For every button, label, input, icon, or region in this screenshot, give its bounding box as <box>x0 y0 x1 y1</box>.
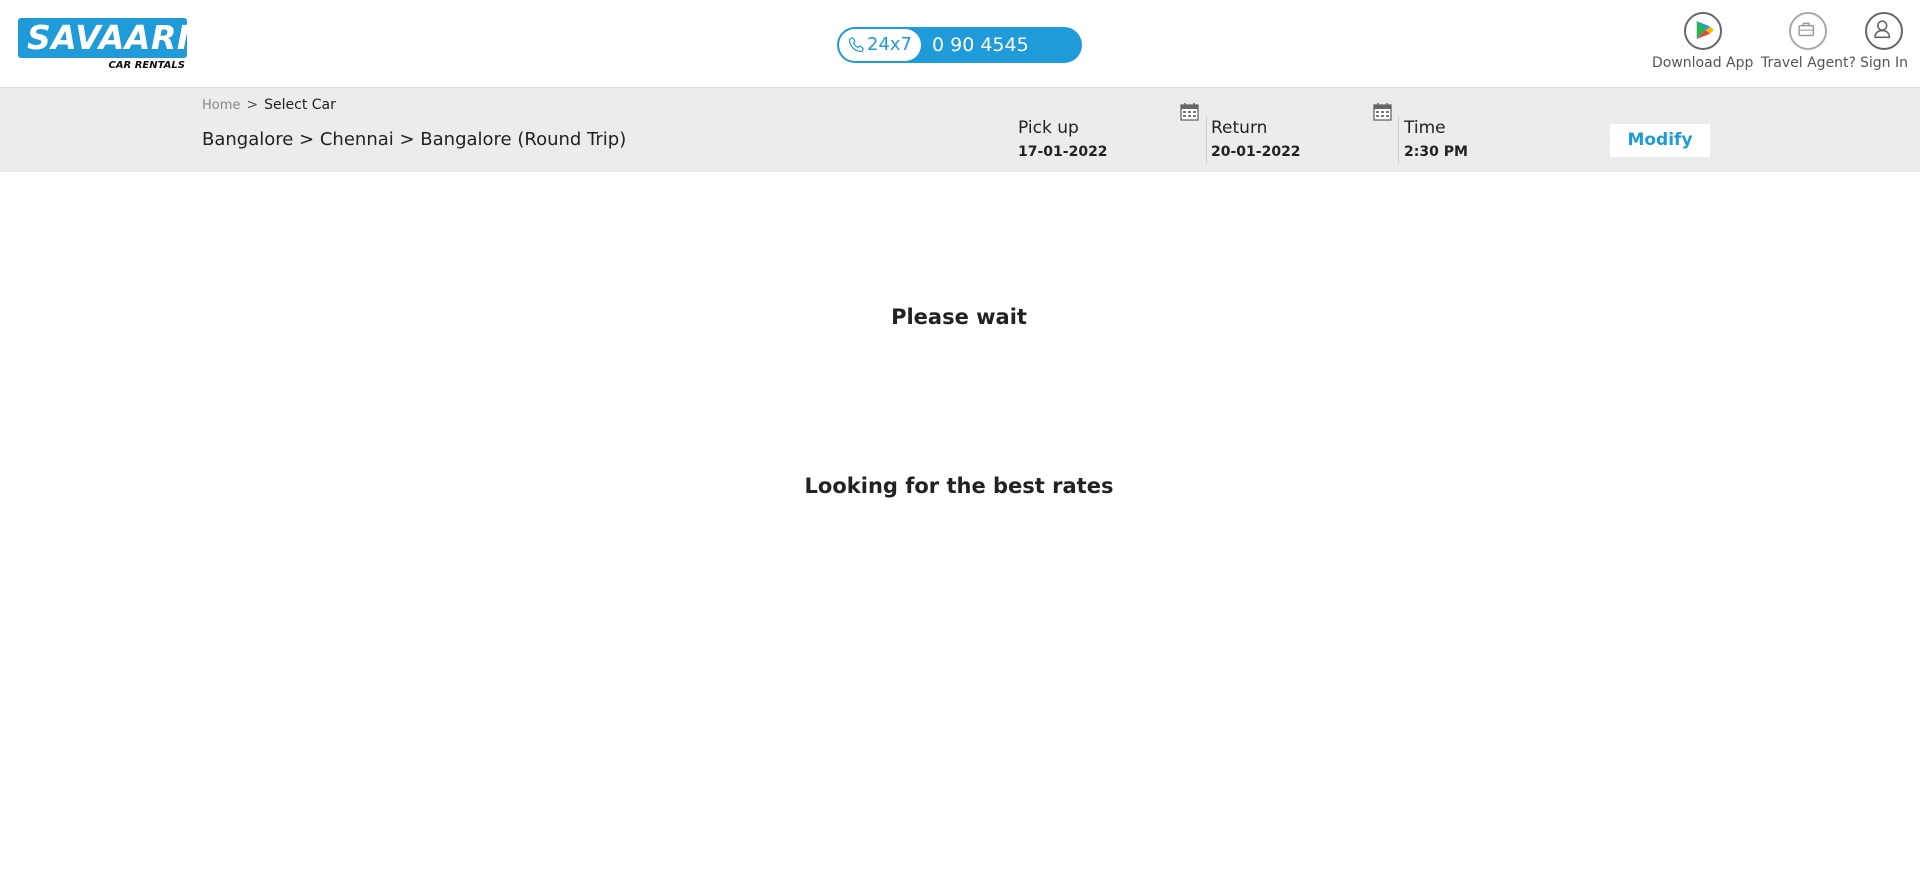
trip-route: Bangalore > Chennai > Bangalore (Round T… <box>202 129 627 150</box>
support-availability: 24x7 <box>867 34 913 55</box>
loading-subtitle: Looking for the best rates <box>804 474 1114 498</box>
trip-summary-bar: Home > Select Car Bangalore > Chennai > Ba… <box>0 88 1920 172</box>
pickup-value: 17-01-2022 <box>1018 144 1108 160</box>
phone-icon <box>848 37 864 53</box>
modify-button[interactable]: Modify <box>1610 124 1710 157</box>
support-availability-badge: 24x7 <box>839 29 921 61</box>
download-app-button[interactable]: Download App <box>1652 12 1753 72</box>
support-phone-number[interactable]: 0 90 4545 0000 <box>932 32 1082 84</box>
field-divider <box>1398 116 1399 164</box>
field-divider <box>1206 116 1207 164</box>
support-phone[interactable]: 24x7 0 90 4545 0000 <box>837 27 1082 82</box>
return-label: Return <box>1211 118 1268 138</box>
calendar-icon[interactable] <box>1373 102 1392 121</box>
logo-subtitle: CAR RENTALS <box>108 60 185 71</box>
logo-badge: SAVAARI <box>18 18 190 58</box>
logo-title: SAVAARI <box>27 18 190 57</box>
savaari-logo[interactable]: SAVAARI CAR RENTALS <box>18 18 190 74</box>
breadcrumb: Home > Select Car <box>202 96 336 115</box>
top-header: SAVAARI CAR RENTALS 24x7 0 90 4545 0000 … <box>0 0 1920 88</box>
sign-in-label: Sign In <box>1860 55 1908 71</box>
briefcase-icon <box>1789 12 1828 50</box>
loading-title: Please wait <box>891 305 1027 329</box>
download-app-label: Download App <box>1652 55 1754 71</box>
time-value: 2:30 PM <box>1404 144 1468 160</box>
time-field[interactable]: Time 2:30 PM <box>1404 118 1554 164</box>
time-label: Time <box>1404 118 1446 138</box>
play-store-icon <box>1683 12 1722 50</box>
breadcrumb-current: Select Car <box>264 97 336 113</box>
travel-agent-button[interactable]: Travel Agent? <box>1761 12 1856 72</box>
pickup-label: Pick up <box>1018 118 1079 138</box>
travel-agent-label: Travel Agent? <box>1761 55 1856 71</box>
calendar-icon[interactable] <box>1180 102 1199 121</box>
breadcrumb-home[interactable]: Home <box>202 98 240 113</box>
return-value: 20-01-2022 <box>1211 144 1301 160</box>
breadcrumb-separator: > <box>246 97 259 113</box>
pickup-date-field[interactable]: Pick up 17-01-2022 <box>1018 118 1188 164</box>
return-date-field[interactable]: Return 20-01-2022 <box>1211 118 1381 164</box>
sign-in-button[interactable]: Sign In <box>1860 12 1908 72</box>
user-icon <box>1865 12 1903 50</box>
